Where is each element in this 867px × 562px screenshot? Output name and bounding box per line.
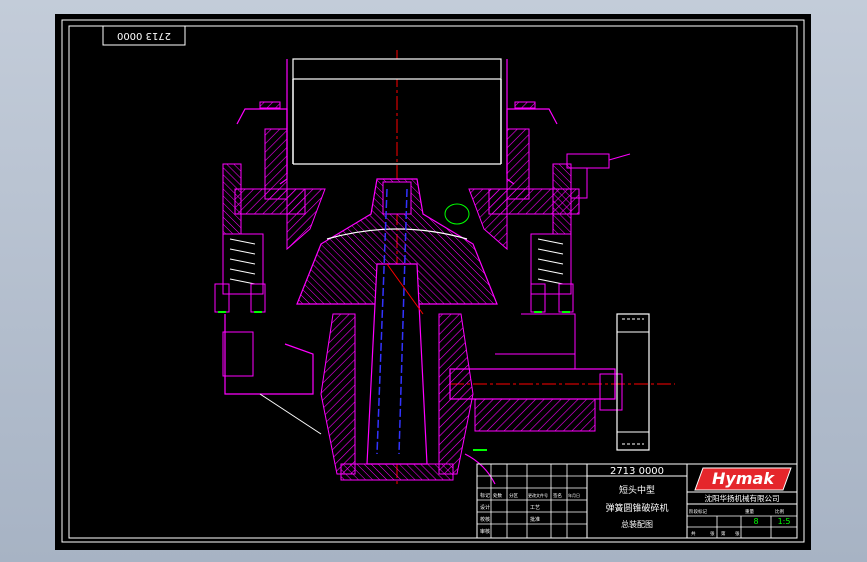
product-line-2: 弹簧圆锥破碎机 xyxy=(605,502,668,514)
row-label-process: 工艺 xyxy=(530,505,540,511)
title-block: 标记 设计 校核 审核 工艺 批准 处数 分区 更改文件号 签名 年月日 271… xyxy=(476,463,798,539)
row-label-check: 校核 xyxy=(480,516,490,523)
product-line-1: 短头中型 xyxy=(619,484,655,496)
col-label-zone: 分区 xyxy=(509,492,518,499)
brand-logo: Hymak xyxy=(712,469,775,488)
feed-hopper xyxy=(286,58,508,174)
drawing-number: 2713 0000 xyxy=(610,466,664,477)
label-stage: 阶段标记 xyxy=(689,508,707,515)
label-sheets: 张 xyxy=(710,530,715,537)
label-no: 第 xyxy=(721,530,726,537)
main-frame xyxy=(222,313,474,481)
label-sheet: 张 xyxy=(735,530,740,537)
spring-right xyxy=(530,233,574,313)
spring-left xyxy=(214,233,266,313)
label-total: 共 xyxy=(691,530,696,537)
row-label-review: 审核 xyxy=(480,528,490,535)
signature-grid: 标记 设计 校核 审核 工艺 批准 处数 分区 更改文件号 签名 年月日 xyxy=(477,464,588,538)
drawing-scale: 1:5 xyxy=(778,517,791,526)
row-label-design: 设计 xyxy=(480,504,490,511)
sheet-count: 8 xyxy=(753,517,758,526)
cad-drawing: 2713 0000 标记 设计 校核 审核 工艺 批准 处数 分区 更改文件号 … xyxy=(61,19,805,543)
row-label-approve: 批准 xyxy=(530,516,540,523)
col-label-date: 年月日 xyxy=(568,492,580,498)
cad-viewport[interactable]: 2713 0000 标记 设计 校核 审核 工艺 批准 处数 分区 更改文件号 … xyxy=(55,14,811,550)
label-weight: 重量 xyxy=(745,508,754,515)
row-label-mark: 标记 xyxy=(480,492,490,499)
countershaft xyxy=(449,313,623,432)
label-scale: 比例 xyxy=(775,508,784,515)
drawing-name: 总装配图 xyxy=(621,519,653,529)
col-label-change-doc: 更改文件号 xyxy=(528,492,548,498)
company-name: 沈阳华扬机械有限公司 xyxy=(705,493,780,503)
lube-pipe xyxy=(464,453,496,485)
crusher-assembly xyxy=(214,50,675,485)
col-label-sign: 签名 xyxy=(553,492,562,499)
drawing-number-stamp: 2713 0000 xyxy=(117,30,171,41)
col-label-count: 处数 xyxy=(493,492,502,499)
